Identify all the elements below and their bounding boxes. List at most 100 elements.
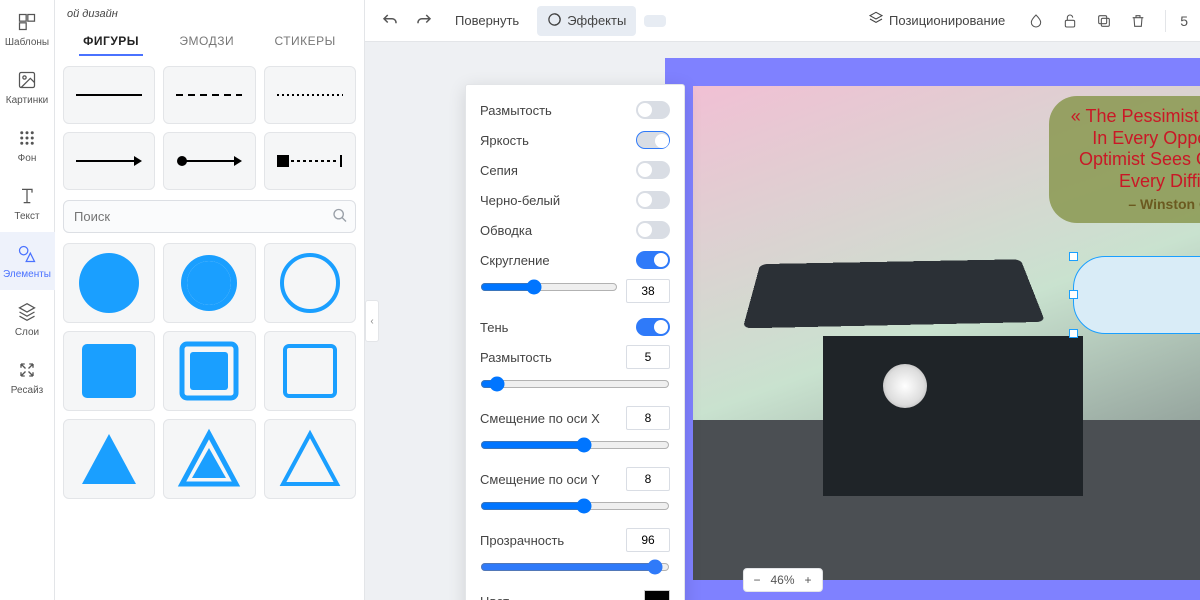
shape-circle-fill[interactable] [63, 243, 155, 323]
selected-shape[interactable] [1073, 256, 1200, 334]
resize-icon [16, 359, 38, 381]
label-shadow: Тень [480, 320, 508, 335]
shape-triangle-fill[interactable] [63, 419, 155, 499]
label-stroke: Обводка [480, 223, 532, 238]
rail-label: Элементы [3, 269, 51, 280]
tab-shapes[interactable]: ФИГУРЫ [79, 28, 143, 56]
shape-square-double[interactable] [163, 331, 255, 411]
label-brightness: Яркость [480, 133, 529, 148]
illustration-ring [883, 364, 927, 408]
label-shadow-blur: Размытость [480, 350, 552, 365]
slider-shadow-blur[interactable] [480, 376, 670, 392]
resize-handle[interactable] [1069, 290, 1078, 299]
layers-icon [16, 301, 38, 323]
rail-item-resize[interactable]: Ресайз [0, 348, 55, 406]
slider-opacity[interactable] [480, 559, 670, 575]
zoom-value: 46% [770, 573, 794, 587]
position-label: Позиционирование [889, 13, 1005, 28]
label-rounding: Скругление [480, 253, 550, 268]
rail-item-background[interactable]: Фон [0, 116, 55, 174]
undo-button[interactable] [377, 8, 403, 34]
text-icon [16, 185, 38, 207]
shape-square-fill[interactable] [63, 331, 155, 411]
delete-button[interactable] [1125, 8, 1151, 34]
input-rounding[interactable] [626, 279, 670, 303]
tab-stickers[interactable]: СТИКЕРЫ [270, 28, 339, 56]
effects-icon [547, 12, 562, 30]
zoom-in-icon[interactable]: + [805, 573, 812, 587]
quote-block[interactable]: « The Pessimist Sees Difficulty In Every… [1049, 96, 1200, 223]
label-offset-x: Смещение по оси X [480, 411, 600, 426]
rail-label: Ресайз [11, 385, 44, 396]
slider-offset-x[interactable] [480, 437, 670, 453]
shape-square-outline[interactable] [264, 331, 356, 411]
rail-label: Шаблоны [5, 37, 49, 48]
toggle-bw[interactable] [636, 191, 670, 209]
effects-label: Эффекты [567, 13, 626, 28]
shape-triangle-double[interactable] [163, 419, 255, 499]
rail-label: Фон [18, 153, 37, 164]
quote-author: – Winston Churchill [1063, 196, 1200, 213]
rail-item-elements[interactable]: Элементы [0, 232, 55, 290]
shapes-icon [16, 243, 38, 265]
illustration-tablet [743, 259, 1046, 328]
toggle-sepia[interactable] [636, 161, 670, 179]
divider [1165, 10, 1166, 32]
redo-button[interactable] [411, 8, 437, 34]
rail-item-layers[interactable]: Слои [0, 290, 55, 348]
input-offset-x[interactable] [626, 406, 670, 430]
tab-emoji[interactable]: ЭМОДЗИ [175, 28, 238, 56]
grid-icon [16, 127, 38, 149]
shape-arrow-dot[interactable] [163, 132, 255, 190]
shape-arrow[interactable] [63, 132, 155, 190]
templates-icon [16, 11, 38, 33]
toggle-blur[interactable] [636, 101, 670, 119]
shape-line-dotted[interactable] [264, 66, 356, 124]
label-blur: Размытость [480, 103, 552, 118]
rail-item-text[interactable]: Текст [0, 174, 55, 232]
color-picker[interactable] [644, 590, 670, 600]
artboard[interactable]: « The Pessimist Sees Difficulty In Every… [665, 58, 1200, 600]
illustration-box [823, 336, 1083, 496]
toggle-stroke[interactable] [636, 221, 670, 239]
app-logo: ой дизайн [63, 6, 356, 24]
label-bw: Черно-белый [480, 193, 560, 208]
opacity-button[interactable] [1023, 8, 1049, 34]
panel-collapse[interactable]: ‹ [365, 300, 379, 342]
input-opacity[interactable] [626, 528, 670, 552]
shape-circle-outline[interactable] [264, 243, 356, 323]
toggle-shadow[interactable] [636, 318, 670, 336]
shape-line-dashed[interactable] [163, 66, 255, 124]
resize-handle[interactable] [1069, 252, 1078, 261]
rail-label: Картинки [6, 95, 48, 106]
input-offset-y[interactable] [626, 467, 670, 491]
effects-button[interactable]: Эффекты [537, 6, 636, 36]
rail-item-templates[interactable]: Шаблоны [0, 0, 55, 58]
zoom-bar: − 46% + [742, 568, 822, 592]
lock-button[interactable] [1057, 8, 1083, 34]
label-opacity: Прозрачность [480, 533, 564, 548]
input-shadow-blur[interactable] [626, 345, 670, 369]
copy-button[interactable] [1091, 8, 1117, 34]
slider-offset-y[interactable] [480, 498, 670, 514]
quote-text: « The Pessimist Sees Difficulty In Every… [1063, 106, 1200, 192]
search-icon [332, 207, 348, 226]
color-swatch[interactable] [644, 15, 666, 27]
history-count: 5 [1180, 13, 1188, 29]
shape-square-dotted[interactable] [264, 132, 356, 190]
rail-item-images[interactable]: Картинки [0, 58, 55, 116]
resize-handle[interactable] [1069, 329, 1078, 338]
toggle-brightness[interactable] [636, 131, 670, 149]
toggle-rounding[interactable] [636, 251, 670, 269]
image-icon [16, 69, 38, 91]
label-color: Цвет [480, 594, 509, 600]
rotate-button[interactable]: Повернуть [445, 7, 529, 34]
shape-triangle-outline[interactable] [264, 419, 356, 499]
search-input[interactable] [63, 200, 356, 233]
shape-line-solid[interactable] [63, 66, 155, 124]
zoom-out-icon[interactable]: − [753, 573, 760, 587]
shape-circle-thick[interactable] [163, 243, 255, 323]
position-button[interactable]: Позиционирование [858, 5, 1015, 36]
slider-rounding[interactable] [480, 279, 618, 295]
rail-label: Текст [14, 211, 39, 222]
